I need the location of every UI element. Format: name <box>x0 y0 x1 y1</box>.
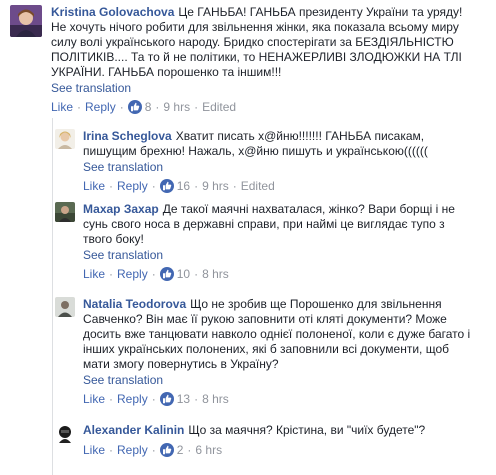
see-translation-link[interactable]: See translation <box>83 373 490 387</box>
like-count[interactable]: 16 <box>177 179 190 193</box>
thumbs-up-icon[interactable] <box>159 179 174 193</box>
comment-thread: Kristina Golovachova Це ГАНЬБА! ГАНЬБА пр… <box>0 0 496 475</box>
comment-body: Alexander Kalinin Що за маячня? Крістина,… <box>83 423 490 457</box>
thumbs-up-icon[interactable] <box>159 267 174 281</box>
comment-timestamp[interactable]: 9 hrs <box>163 100 190 114</box>
reply-link[interactable]: Reply <box>117 179 148 193</box>
like-link[interactable]: Like <box>83 443 105 457</box>
reply-comment: Irina Scheglova Хватит писать х@йню!!!!!!… <box>55 129 490 193</box>
comment-timestamp[interactable]: 9 hrs <box>202 179 229 193</box>
comment-author[interactable]: Махар Захар <box>83 202 159 216</box>
comment-timestamp[interactable]: 6 hrs <box>195 443 222 457</box>
avatar[interactable] <box>55 423 75 443</box>
see-translation-link[interactable]: See translation <box>83 248 490 262</box>
comment-body: Irina Scheglova Хватит писать х@йню!!!!!!… <box>83 129 490 193</box>
separator-dot: · <box>194 392 199 406</box>
comment-body: Kristina Golovachova Це ГАНЬБА! ГАНЬБА пр… <box>51 5 490 114</box>
comment-text-block: Kristina Golovachova Це ГАНЬБА! ГАНЬБА пр… <box>51 5 471 80</box>
comment-actions: Like · Reply · 2 · 6 hrs <box>83 443 490 457</box>
thumbs-up-icon[interactable] <box>159 392 174 406</box>
comment-author[interactable]: Natalia Teodorova <box>83 297 186 311</box>
reply-link[interactable]: Reply <box>117 443 148 457</box>
thumbs-up-icon[interactable] <box>127 100 142 114</box>
avatar[interactable] <box>55 129 75 149</box>
see-translation-link[interactable]: See translation <box>83 160 490 174</box>
like-link[interactable]: Like <box>51 100 73 114</box>
comment: Kristina Golovachova Це ГАНЬБА! ГАНЬБА пр… <box>10 5 490 114</box>
reply-comment: Natalia Teodorova Що не зробив ще Порошен… <box>55 297 490 406</box>
comment-actions: Like · Reply · 8 · 9 hrs · Edited <box>51 100 490 114</box>
separator-dot: · <box>187 443 192 457</box>
reply-comment: Alexander Kalinin Що за маячня? Крістина,… <box>55 423 490 457</box>
reply-comment: Махар Захар Де такої маячні нахваталася, … <box>55 202 490 281</box>
separator-dot: · <box>151 267 156 281</box>
separator-dot: · <box>109 267 114 281</box>
comment-text-block: Natalia Teodorova Що не зробив ще Порошен… <box>83 297 473 372</box>
comment-author[interactable]: Alexander Kalinin <box>83 423 184 437</box>
comment-author[interactable]: Irina Scheglova <box>83 129 172 143</box>
comment-text: Що за маячня? Крістина, ви "чиїх будете"… <box>188 423 426 437</box>
reply-link[interactable]: Reply <box>117 392 148 406</box>
avatar[interactable] <box>55 202 75 222</box>
separator-dot: · <box>119 100 124 114</box>
separator-dot: · <box>232 179 237 193</box>
reply-thread-line <box>52 118 53 475</box>
reply-link[interactable]: Reply <box>85 100 116 114</box>
separator-dot: · <box>77 100 82 114</box>
comment-text-block: Irina Scheglova Хватит писать х@йню!!!!!!… <box>83 129 468 159</box>
comment-body: Махар Захар Де такої маячні нахваталася, … <box>83 202 490 281</box>
thumbs-up-icon[interactable] <box>159 443 174 457</box>
comment-actions: Like · Reply · 13 · 8 hrs <box>83 392 490 406</box>
like-count[interactable]: 13 <box>177 392 190 406</box>
separator-dot: · <box>151 179 156 193</box>
avatar[interactable] <box>55 297 75 317</box>
like-link[interactable]: Like <box>83 179 105 193</box>
reply-link[interactable]: Reply <box>117 267 148 281</box>
comment-actions: Like · Reply · 16 · 9 hrs · Edited <box>83 179 490 193</box>
comment-timestamp[interactable]: 8 hrs <box>202 267 229 281</box>
like-count[interactable]: 10 <box>177 267 190 281</box>
edited-label[interactable]: Edited <box>202 100 236 114</box>
avatar[interactable] <box>10 5 42 37</box>
comment-actions: Like · Reply · 10 · 8 hrs <box>83 267 490 281</box>
comment-timestamp[interactable]: 8 hrs <box>202 392 229 406</box>
separator-dot: · <box>155 100 160 114</box>
comment-text-block: Махар Захар Де такої маячні нахваталася, … <box>83 202 473 247</box>
see-translation-link[interactable]: See translation <box>51 81 490 95</box>
separator-dot: · <box>109 443 114 457</box>
comment-text-block: Alexander Kalinin Що за маячня? Крістина,… <box>83 423 473 438</box>
separator-dot: · <box>194 100 199 114</box>
separator-dot: · <box>194 267 199 281</box>
comment-body: Natalia Teodorova Що не зробив ще Порошен… <box>83 297 490 406</box>
separator-dot: · <box>109 179 114 193</box>
like-link[interactable]: Like <box>83 267 105 281</box>
like-link[interactable]: Like <box>83 392 105 406</box>
separator-dot: · <box>109 392 114 406</box>
separator-dot: · <box>151 443 156 457</box>
like-count[interactable]: 8 <box>145 100 152 114</box>
edited-label[interactable]: Edited <box>241 179 275 193</box>
comment-author[interactable]: Kristina Golovachova <box>51 5 174 19</box>
separator-dot: · <box>194 179 199 193</box>
like-count[interactable]: 2 <box>177 443 184 457</box>
separator-dot: · <box>151 392 156 406</box>
